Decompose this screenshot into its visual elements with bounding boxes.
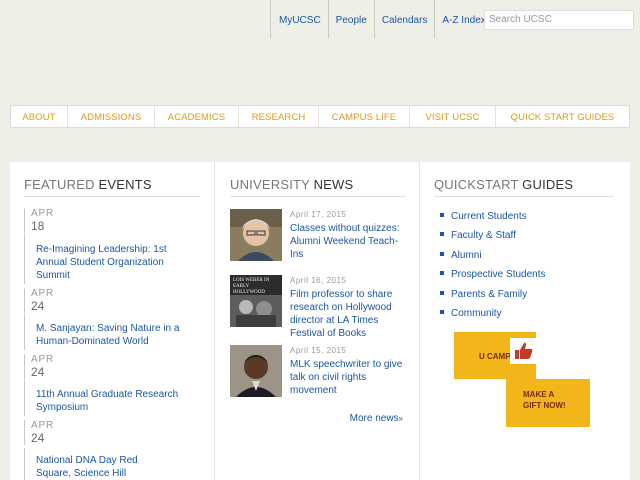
- portrait-photo-icon[interactable]: [230, 209, 282, 261]
- news-link[interactable]: Classes without quizzes: Alumni Weekend …: [290, 222, 410, 261]
- thumbs-up-icon: [510, 338, 536, 364]
- quickstart-item-alumni[interactable]: Alumni: [440, 250, 482, 261]
- event-divider: [24, 234, 25, 284]
- nav-quick-start-guides[interactable]: QUICK START GUIDES: [496, 106, 629, 127]
- book-cover-icon[interactable]: LOIS WEBER IN EARLY HOLLYWOOD: [230, 275, 282, 327]
- event-date: APR 24: [24, 354, 54, 379]
- nav-visit-ucsc[interactable]: VISIT UCSC: [410, 106, 496, 127]
- quickstart-item-community[interactable]: Community: [440, 308, 502, 319]
- bullet-icon: [440, 310, 444, 315]
- make-a-gift-button[interactable]: MAKE A GIFT NOW!: [506, 379, 590, 427]
- featured-events-heading: FEATURED EVENTS: [24, 177, 200, 197]
- bullet-icon: [440, 271, 444, 276]
- news-date: April 15, 2015: [290, 346, 347, 355]
- event-link[interactable]: 11th Annual Graduate Research Symposium: [36, 388, 186, 414]
- more-news-link[interactable]: More news»: [350, 413, 403, 424]
- nav-admissions[interactable]: ADMISSIONS: [68, 106, 155, 127]
- quickstart-item-parents-family[interactable]: Parents & Family: [440, 289, 527, 300]
- utility-nav: MyUCSC People Calendars A-Z Index: [270, 0, 493, 38]
- event-link[interactable]: National DNA Day Red Square, Science Hil…: [36, 454, 166, 480]
- featured-events-column: FEATURED EVENTS APR 18 Re-Imagining Lead…: [10, 162, 215, 480]
- news-link[interactable]: Film professor to share research on Holl…: [290, 288, 410, 340]
- bullet-icon: [440, 291, 444, 296]
- event-link[interactable]: M. Sanjayan: Saving Nature in a Human-Do…: [36, 322, 186, 348]
- quickstart-guides-column: QUICKSTART GUIDES Current Students Facul…: [420, 162, 630, 480]
- nav-academics[interactable]: ACADEMICS: [155, 106, 239, 127]
- event-divider: [24, 380, 25, 416]
- nav-research[interactable]: RESEARCH: [239, 106, 319, 127]
- make-a-gift-text: MAKE A GIFT NOW!: [523, 390, 566, 410]
- event-divider: [24, 314, 25, 350]
- news-link[interactable]: MLK speechwriter to give talk on civil r…: [290, 358, 410, 397]
- nav-about[interactable]: ABOUT: [11, 106, 68, 127]
- event-date: APR 24: [24, 420, 54, 445]
- news-date: April 17, 2015: [290, 210, 347, 219]
- university-news-column: UNIVERSITY NEWS April 17, 2015 Classes w…: [215, 162, 420, 480]
- event-link[interactable]: Re-Imagining Leadership: 1st Annual Stud…: [36, 243, 186, 282]
- people-link[interactable]: People: [327, 0, 374, 38]
- bullet-icon: [440, 232, 444, 237]
- book-cover-title: LOIS WEBER IN EARLY HOLLYWOOD: [233, 278, 270, 295]
- quickstart-item-prospective-students[interactable]: Prospective Students: [440, 269, 546, 280]
- myucsc-link[interactable]: MyUCSC: [270, 0, 328, 38]
- news-date: April 16, 2015: [290, 276, 347, 285]
- search-input[interactable]: Search UCSC: [484, 10, 634, 30]
- bullet-icon: [440, 213, 444, 218]
- campaign-promo-button[interactable]: U CAMPA: [454, 332, 536, 379]
- event-divider: [24, 448, 25, 480]
- event-date: APR 24: [24, 288, 54, 313]
- quickstart-item-current-students[interactable]: Current Students: [440, 211, 527, 222]
- university-news-heading: UNIVERSITY NEWS: [230, 177, 406, 197]
- event-date: APR 18: [24, 208, 54, 233]
- bullet-icon: [440, 252, 444, 257]
- main-nav: ABOUT ADMISSIONS ACADEMICS RESEARCH CAMP…: [10, 105, 630, 128]
- calendars-link[interactable]: Calendars: [373, 0, 435, 38]
- portrait-photo-icon[interactable]: [230, 345, 282, 397]
- content-panel: FEATURED EVENTS APR 18 Re-Imagining Lead…: [10, 162, 630, 480]
- quickstart-item-faculty-staff[interactable]: Faculty & Staff: [440, 230, 516, 241]
- nav-campus-life[interactable]: CAMPUS LIFE: [319, 106, 410, 127]
- quickstart-guides-heading: QUICKSTART GUIDES: [434, 177, 614, 197]
